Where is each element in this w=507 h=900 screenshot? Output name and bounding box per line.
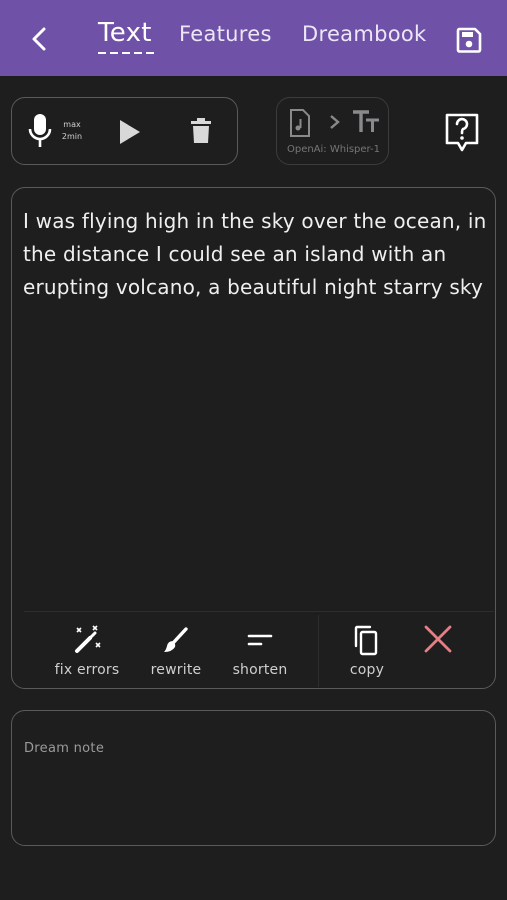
- toolbar-separator: [318, 615, 319, 687]
- dream-text-editor[interactable]: I was flying high in the sky over the oc…: [23, 205, 491, 304]
- short-text-icon: [247, 634, 273, 646]
- rewrite-label: rewrite: [150, 662, 202, 678]
- rewrite-button[interactable]: rewrite: [146, 624, 206, 678]
- dream-text-card: I was flying high in the sky over the oc…: [11, 187, 496, 689]
- dream-note-placeholder: Dream note: [24, 741, 105, 756]
- tab-text[interactable]: Text: [98, 18, 152, 48]
- tab-features[interactable]: Features: [179, 22, 272, 46]
- dream-note-field[interactable]: Dream note: [11, 710, 496, 846]
- shorten-label: shorten: [232, 662, 288, 678]
- tab-dreambook[interactable]: Dreambook: [302, 22, 426, 46]
- close-icon[interactable]: [423, 624, 453, 654]
- save-icon[interactable]: [455, 26, 483, 54]
- fix-errors-label: fix errors: [54, 662, 120, 678]
- transcription-engine-selector[interactable]: OpenAi: Whisper-1: [276, 97, 389, 165]
- copy-icon: [354, 625, 378, 656]
- copy-button[interactable]: copy: [342, 624, 392, 678]
- max-duration-label: max 2min: [61, 120, 83, 141]
- microphone-icon[interactable]: [26, 112, 54, 150]
- brush-icon: [164, 627, 188, 652]
- magic-wand-icon: [75, 625, 101, 653]
- back-arrow-icon[interactable]: [24, 22, 54, 56]
- shorten-button[interactable]: shorten: [228, 624, 292, 678]
- audio-to-text-icon: [290, 109, 379, 137]
- play-icon[interactable]: [116, 118, 142, 146]
- trash-icon[interactable]: [189, 117, 213, 145]
- toolbar-divider: [24, 611, 494, 612]
- voice-recorder-panel: max 2min: [11, 97, 238, 165]
- help-icon[interactable]: [444, 112, 480, 154]
- active-tab-indicator: [98, 52, 158, 54]
- copy-label: copy: [349, 662, 385, 678]
- engine-label: OpenAi: Whisper-1: [286, 144, 381, 155]
- top-nav-bar: Text Features Dreambook: [0, 0, 507, 76]
- fix-errors-button[interactable]: fix errors: [52, 624, 122, 678]
